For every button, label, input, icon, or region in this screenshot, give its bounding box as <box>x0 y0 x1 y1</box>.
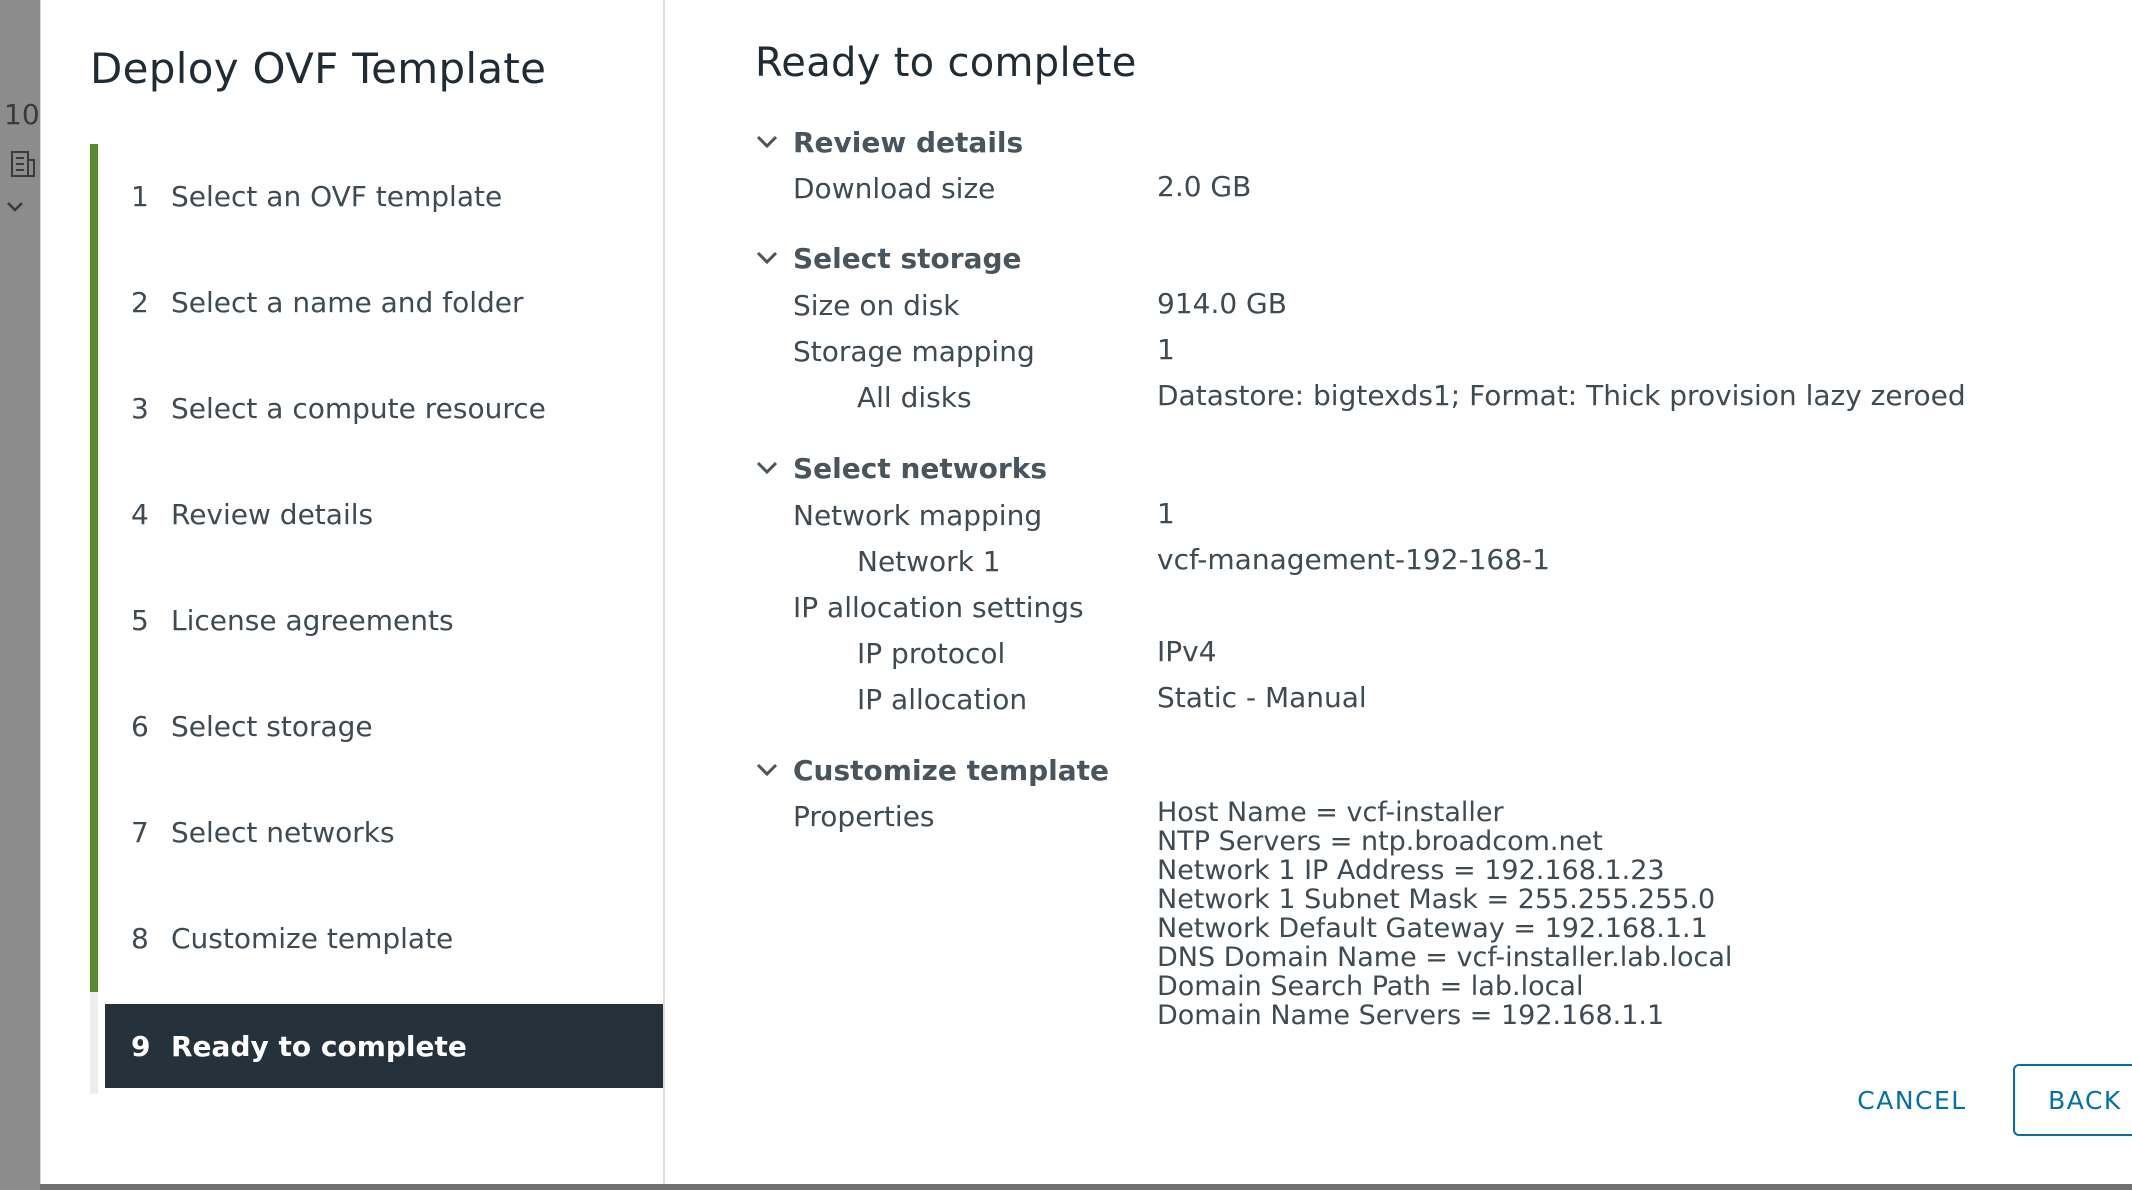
step-number: 6 <box>131 709 149 743</box>
section-header-label: Select storage <box>793 241 1022 275</box>
all-disks-label: All disks <box>857 381 972 414</box>
wizard-step-9-active[interactable]: 9 Ready to complete <box>105 1004 663 1088</box>
step-number: 5 <box>131 603 149 637</box>
step-label: Select an OVF template <box>171 179 503 213</box>
main-content: Ready to complete Review details Downloa… <box>717 0 2132 1184</box>
step-label: Select a name and folder <box>171 285 524 319</box>
property-line: Domain Search Path = lab.local <box>1157 971 1584 1002</box>
section-review-details[interactable]: Review details <box>755 122 1023 162</box>
size-on-disk-value: 914.0 GB <box>1157 287 1287 320</box>
cancel-button[interactable]: CANCEL <box>1827 1064 1997 1136</box>
download-size-label: Download size <box>793 172 996 205</box>
network-mapping-value: 1 <box>1157 497 1175 530</box>
step-number: 8 <box>131 921 149 955</box>
network-1-value: vcf-management-192-168-1 <box>1157 543 1550 576</box>
ip-allocation-value: Static - Manual <box>1157 681 1367 714</box>
step-label: Select storage <box>171 709 373 743</box>
properties-list: Host Name = vcf-installer NTP Servers = … <box>1157 798 1732 1030</box>
background-bottom-strip <box>40 1184 2132 1190</box>
step-label: Select a compute resource <box>171 391 546 425</box>
ip-allocation-label: IP allocation <box>857 683 1028 716</box>
wizard-step-5[interactable]: 5 License agreements <box>105 578 663 662</box>
chevron-down-icon <box>756 461 778 475</box>
ip-protocol-label: IP protocol <box>857 637 1006 670</box>
step-number: 4 <box>131 497 149 531</box>
section-header-label: Select networks <box>793 451 1047 485</box>
size-on-disk-label: Size on disk <box>793 289 960 322</box>
back-button[interactable]: BACK <box>2013 1064 2132 1136</box>
property-line: Host Name = vcf-installer <box>1157 797 1504 828</box>
ip-allocation-settings-label: IP allocation settings <box>793 591 1084 624</box>
storage-mapping-label: Storage mapping <box>793 335 1035 368</box>
property-line: Network 1 IP Address = 192.168.1.23 <box>1157 855 1665 886</box>
step-label: Ready to complete <box>171 1029 467 1063</box>
section-select-networks[interactable]: Select networks <box>755 448 1047 488</box>
section-header-label: Customize template <box>793 753 1110 787</box>
property-line: Network Default Gateway = 192.168.1.1 <box>1157 913 1708 944</box>
wizard-sidebar: Deploy OVF Template 1 Select an OVF temp… <box>41 0 665 1184</box>
ip-protocol-value: IPv4 <box>1157 635 1217 668</box>
section-customize-template[interactable]: Customize template <box>755 750 1109 790</box>
section-header-label: Review details <box>793 125 1024 159</box>
chevron-down-icon <box>756 251 778 265</box>
step-number: 1 <box>131 179 149 213</box>
page-title: Ready to complete <box>755 40 1137 86</box>
completed-steps-bar <box>90 144 98 992</box>
wizard-step-2[interactable]: 2 Select a name and folder <box>105 260 663 344</box>
chevron-down-icon <box>7 202 23 212</box>
property-line: Network 1 Subnet Mask = 255.255.255.0 <box>1157 884 1716 915</box>
step-number: 3 <box>131 391 149 425</box>
step-label: Customize template <box>171 921 454 955</box>
chevron-down-icon <box>756 135 778 149</box>
background-partial-text: 10 <box>4 98 40 131</box>
wizard-step-1[interactable]: 1 Select an OVF template <box>105 154 663 238</box>
network-mapping-label: Network mapping <box>793 499 1043 532</box>
all-disks-value: Datastore: bigtexds1; Format: Thick prov… <box>1157 379 1966 412</box>
properties-label: Properties <box>793 800 935 833</box>
deploy-ovf-dialog: Deploy OVF Template 1 Select an OVF temp… <box>40 0 2132 1184</box>
download-size-value: 2.0 GB <box>1157 170 1252 203</box>
section-select-storage[interactable]: Select storage <box>755 238 1022 278</box>
network-1-label: Network 1 <box>857 545 1001 578</box>
wizard-step-4[interactable]: 4 Review details <box>105 472 663 556</box>
wizard-step-7[interactable]: 7 Select networks <box>105 790 663 874</box>
steps-bar-track <box>90 992 98 1094</box>
wizard-step-3[interactable]: 3 Select a compute resource <box>105 366 663 450</box>
property-line: NTP Servers = ntp.broadcom.net <box>1157 826 1603 857</box>
wizard-title: Deploy OVF Template <box>90 44 547 93</box>
chevron-down-icon <box>756 763 778 777</box>
step-number: 7 <box>131 815 149 849</box>
step-number: 2 <box>131 285 149 319</box>
step-number: 9 <box>131 1029 151 1063</box>
property-line: Domain Name Servers = 192.168.1.1 <box>1157 1000 1665 1031</box>
background-app: 10 <box>0 0 40 1190</box>
step-label: License agreements <box>171 603 454 637</box>
wizard-step-8[interactable]: 8 Customize template <box>105 896 663 980</box>
property-line: DNS Domain Name = vcf-installer.lab.loca… <box>1157 942 1733 973</box>
storage-mapping-value: 1 <box>1157 333 1175 366</box>
wizard-step-6[interactable]: 6 Select storage <box>105 684 663 768</box>
step-label: Review details <box>171 497 374 531</box>
step-label: Select networks <box>171 815 395 849</box>
building-icon <box>11 151 35 177</box>
